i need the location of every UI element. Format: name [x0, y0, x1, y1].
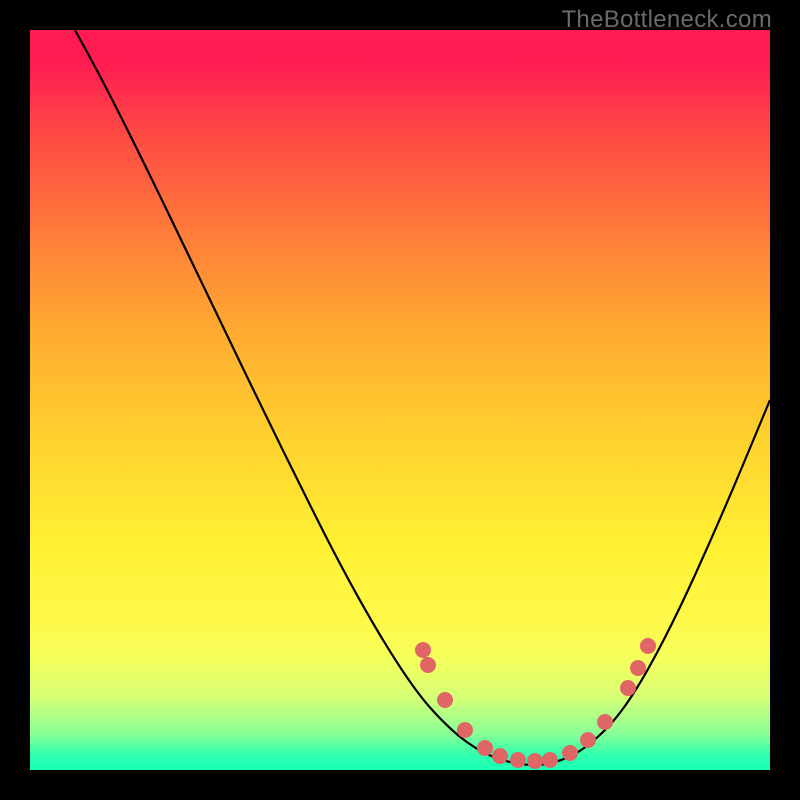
data-marker: [527, 753, 543, 769]
data-marker: [437, 692, 453, 708]
data-marker: [510, 752, 526, 768]
data-marker: [542, 752, 558, 768]
data-marker: [562, 745, 578, 761]
data-marker: [492, 748, 508, 764]
data-markers: [415, 638, 656, 769]
data-marker: [640, 638, 656, 654]
data-marker: [620, 680, 636, 696]
data-marker: [597, 714, 613, 730]
chart-frame: TheBottleneck.com: [0, 0, 800, 800]
watermark-text: TheBottleneck.com: [561, 6, 772, 34]
data-marker: [420, 657, 436, 673]
data-marker: [415, 642, 431, 658]
data-marker: [580, 732, 596, 748]
chart-svg: [30, 30, 770, 770]
data-marker: [457, 722, 473, 738]
data-marker: [477, 740, 493, 756]
chart-plot-area: [30, 30, 770, 770]
data-marker: [630, 660, 646, 676]
